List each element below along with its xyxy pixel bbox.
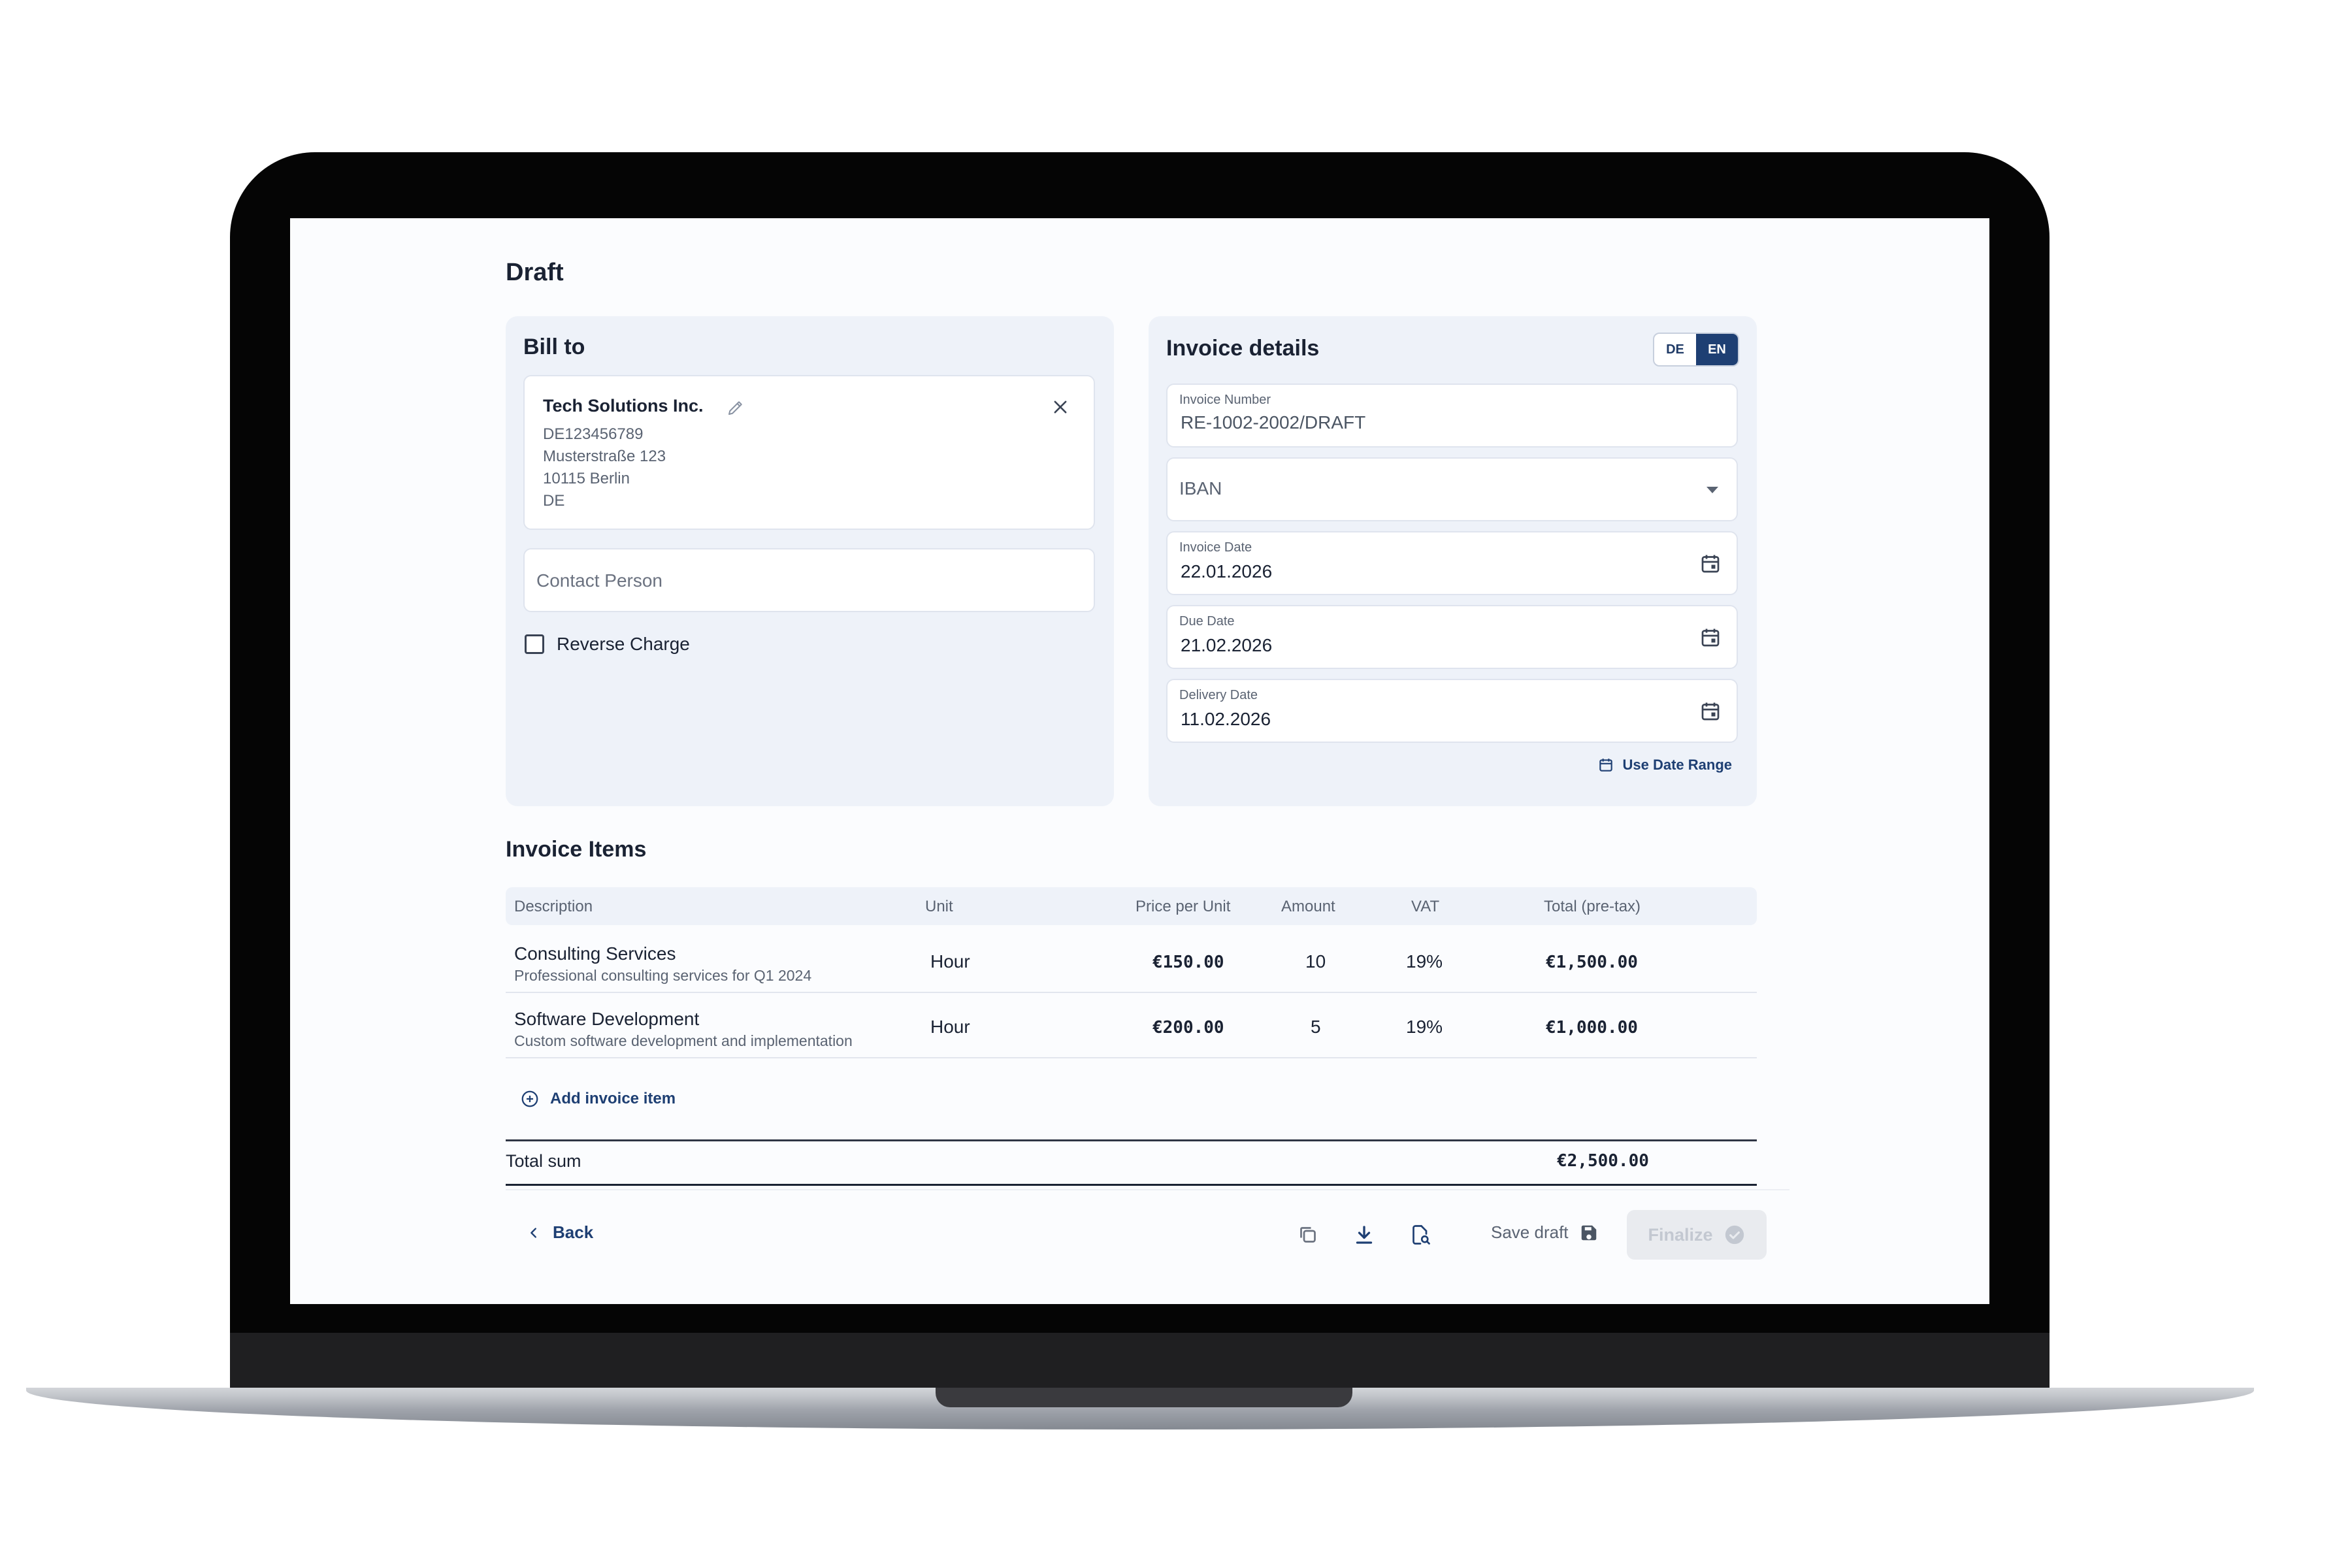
contact-person-field[interactable] [523, 548, 1095, 612]
item-vat: 19% [1406, 951, 1443, 972]
total-sum-value: €2,500.00 [1557, 1151, 1649, 1171]
finalize-label: Finalize [1648, 1224, 1713, 1245]
item-total: €1,500.00 [1546, 953, 1638, 972]
add-invoice-item-label: Add invoice item [550, 1090, 676, 1107]
contact-person-input[interactable] [536, 568, 1072, 594]
due-date-field[interactable]: Due Date 21.02.2026 [1166, 605, 1738, 669]
client-city: 10115 Berlin [543, 470, 630, 487]
invoice-number-field[interactable]: Invoice Number RE-1002-2002/DRAFT [1166, 384, 1738, 448]
use-date-range-button[interactable]: Use Date Range [1597, 757, 1732, 774]
delivery-date-field[interactable]: Delivery Date 11.02.2026 [1166, 679, 1738, 743]
app-screen: Draft Bill to Tech Solutions Inc. DE1234… [290, 218, 1989, 1304]
calendar-icon[interactable] [1699, 552, 1722, 576]
divider [506, 1189, 1789, 1190]
column-header-unit: Unit [925, 898, 953, 915]
reverse-charge-checkbox[interactable] [525, 634, 544, 654]
reverse-charge-label: Reverse Charge [557, 634, 690, 654]
laptop-notch [936, 1388, 1352, 1407]
lang-en-button[interactable]: EN [1696, 334, 1738, 365]
duplicate-icon[interactable] [1296, 1223, 1320, 1247]
delivery-date-label: Delivery Date [1179, 688, 1258, 702]
save-draft-button[interactable]: Save draft [1491, 1222, 1599, 1243]
back-button[interactable]: Back [527, 1222, 593, 1243]
table-row[interactable]: Software Development Custom software dev… [506, 993, 1757, 1058]
client-card: Tech Solutions Inc. DE123456789 Musterst… [523, 375, 1095, 530]
client-street: Musterstraße 123 [543, 448, 666, 465]
invoice-number-label: Invoice Number [1179, 393, 1271, 407]
plus-circle-icon [521, 1090, 538, 1107]
due-date-label: Due Date [1179, 614, 1235, 629]
item-price: €200.00 [1152, 1018, 1224, 1037]
iban-select[interactable]: IBAN [1166, 457, 1738, 521]
column-header-price: Price per Unit [1135, 898, 1231, 915]
floppy-disk-icon [1581, 1225, 1596, 1240]
table-row[interactable]: Consulting Services Professional consult… [506, 928, 1757, 993]
invoice-details-title: Invoice details [1166, 336, 1320, 361]
table-header: Description Unit Price per Unit Amount V… [506, 887, 1757, 925]
item-description: Consulting Services [514, 943, 676, 964]
item-subtitle: Custom software development and implemen… [514, 1032, 853, 1049]
invoice-date-value: 22.01.2026 [1181, 561, 1273, 581]
item-unit: Hour [930, 951, 970, 972]
use-date-range-label: Use Date Range [1622, 757, 1732, 773]
item-vat: 19% [1406, 1017, 1443, 1037]
invoice-number-value: RE-1002-2002/DRAFT [1181, 412, 1366, 433]
language-toggle: DE EN [1653, 333, 1739, 367]
page-title: Draft [506, 259, 564, 286]
lang-de-button[interactable]: DE [1654, 334, 1696, 365]
item-unit: Hour [930, 1017, 970, 1037]
close-icon[interactable] [1051, 398, 1070, 416]
delivery-date-value: 11.02.2026 [1181, 709, 1271, 729]
invoice-items-title: Invoice Items [506, 837, 647, 862]
pencil-icon[interactable] [726, 398, 745, 417]
back-label: Back [553, 1222, 594, 1242]
item-subtitle: Professional consulting services for Q1 … [514, 967, 812, 984]
bill-to-card: Bill to Tech Solutions Inc. DE123456789 … [506, 316, 1114, 806]
client-country: DE [543, 492, 565, 510]
item-price: €150.00 [1152, 953, 1224, 972]
client-name: Tech Solutions Inc. [543, 396, 704, 416]
item-description: Software Development [514, 1009, 700, 1029]
document-search-icon[interactable] [1409, 1223, 1432, 1247]
total-sum-label: Total sum [506, 1151, 581, 1171]
invoice-date-field[interactable]: Invoice Date 22.01.2026 [1166, 531, 1738, 595]
item-amount: 5 [1311, 1017, 1321, 1037]
item-amount: 10 [1305, 951, 1326, 972]
save-draft-label: Save draft [1491, 1222, 1569, 1242]
download-icon[interactable] [1352, 1223, 1376, 1247]
divider [506, 1139, 1757, 1141]
column-header-total: Total (pre-tax) [1544, 898, 1641, 915]
laptop-bezel [230, 1333, 2050, 1390]
dropdown-caret-icon [1707, 487, 1718, 493]
item-total: €1,000.00 [1546, 1018, 1638, 1037]
finalize-button[interactable]: Finalize [1627, 1210, 1767, 1260]
calendar-icon[interactable] [1699, 700, 1722, 723]
column-header-amount: Amount [1281, 898, 1335, 915]
add-invoice-item-button[interactable]: Add invoice item [520, 1089, 676, 1109]
chevron-left-icon [531, 1227, 536, 1238]
calendar-icon [1599, 759, 1613, 772]
column-header-description: Description [514, 898, 593, 915]
invoice-details-card: Invoice details DE EN Invoice Number RE-… [1149, 316, 1757, 806]
client-vat-id: DE123456789 [543, 425, 644, 443]
column-header-vat: VAT [1411, 898, 1440, 915]
calendar-icon[interactable] [1699, 626, 1722, 649]
iban-placeholder: IBAN [1179, 478, 1222, 498]
due-date-value: 21.02.2026 [1181, 635, 1273, 655]
invoice-date-label: Invoice Date [1179, 540, 1252, 555]
check-circle-icon [1725, 1225, 1744, 1245]
bill-to-title: Bill to [523, 335, 585, 359]
divider [506, 1184, 1757, 1186]
